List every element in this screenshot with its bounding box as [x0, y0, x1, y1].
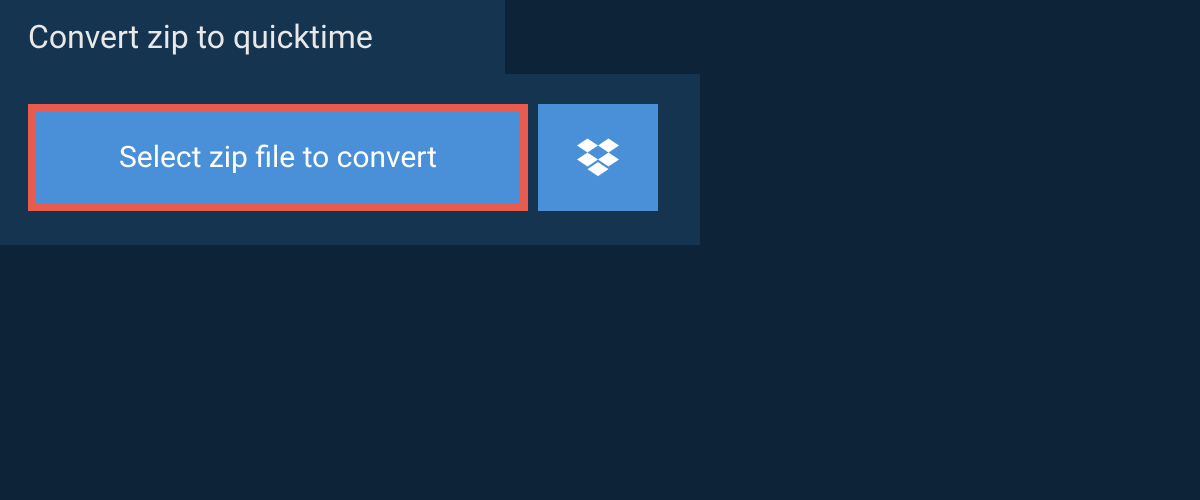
- dropbox-button[interactable]: [538, 104, 658, 211]
- select-file-button-label: Select zip file to convert: [119, 140, 437, 175]
- converter-panel: Select zip file to convert: [0, 74, 700, 245]
- dropbox-icon: [577, 135, 619, 181]
- select-file-button[interactable]: Select zip file to convert: [28, 104, 528, 211]
- page-title-text: Convert zip to quicktime: [28, 18, 373, 56]
- page-title: Convert zip to quicktime: [0, 0, 505, 74]
